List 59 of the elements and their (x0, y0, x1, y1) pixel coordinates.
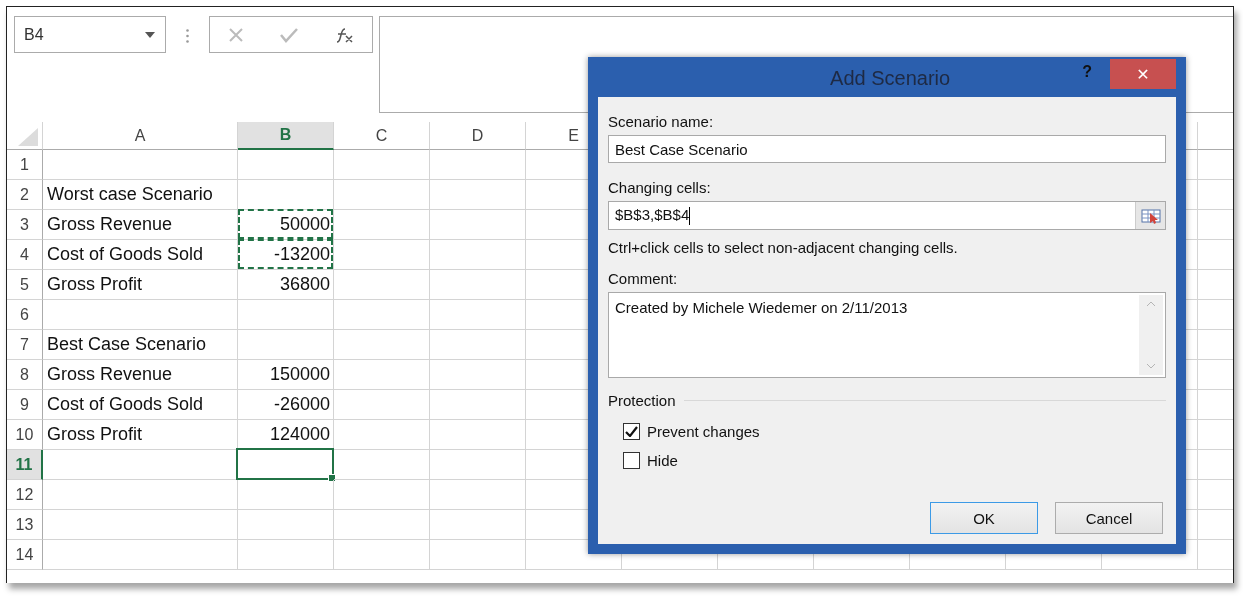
table-cell: Gross Revenue (43, 360, 238, 390)
grip-icon (186, 29, 189, 43)
checkbox-label[interactable]: Hide (647, 452, 678, 469)
row-header[interactable]: 6 (7, 300, 43, 330)
check-icon[interactable] (279, 26, 299, 43)
dropdown-icon (145, 31, 155, 38)
row-header[interactable]: 4 (7, 240, 43, 270)
row-header[interactable]: 14 (7, 540, 43, 570)
table-cell: 36800 (238, 270, 334, 300)
table-cell: Gross Profit (43, 270, 238, 300)
column-header[interactable]: D (430, 122, 526, 150)
checkbox-label[interactable]: Prevent changes (647, 423, 760, 440)
table-cell: 50000 (238, 210, 334, 240)
scrollbar[interactable] (1139, 295, 1163, 375)
table-cell: Worst case Scenario (43, 180, 238, 210)
row-header[interactable]: 7 (7, 330, 43, 360)
comment-field[interactable]: Created by Michele Wiedemer on 2/11/2013 (608, 292, 1166, 378)
table-cell: Best Case Scenario (43, 330, 238, 360)
row-header[interactable]: 2 (7, 180, 43, 210)
scenario-name-field[interactable]: Best Case Scenario (608, 135, 1166, 163)
column-header[interactable]: A (43, 122, 238, 150)
range-select-button[interactable] (1135, 202, 1165, 229)
row-header[interactable]: 10 (7, 420, 43, 450)
group-title: Protection (608, 392, 676, 409)
close-button[interactable]: ✕ (1110, 59, 1176, 89)
table-cell: -13200 (238, 240, 334, 270)
table-cell: Cost of Goods Sold (43, 240, 238, 270)
hint-text: Ctrl+click cells to select non-adjacent changing cells. (608, 239, 959, 256)
column-header[interactable]: B (238, 122, 334, 150)
scroll-up-icon[interactable] (1146, 301, 1156, 307)
row-header[interactable]: 12 (7, 480, 43, 510)
cancel-icon[interactable] (227, 26, 244, 43)
row-header[interactable]: 9 (7, 390, 43, 420)
field-label: Changing cells: (608, 179, 712, 196)
name-box[interactable]: B4 (14, 16, 166, 53)
dialog-title: Add Scenario (829, 67, 952, 90)
table-cell: Gross Revenue (43, 210, 238, 240)
checkbox[interactable] (623, 423, 640, 440)
row-header[interactable]: 3 (7, 210, 43, 240)
changing-cells-field[interactable]: $B$3,$B$4 (608, 201, 1166, 230)
row-header[interactable]: 11 (7, 450, 43, 480)
row-header[interactable]: 8 (7, 360, 43, 390)
triangle-icon (18, 128, 40, 146)
cancel-button[interactable]: Cancel (1055, 502, 1163, 534)
column-header[interactable]: C (334, 122, 430, 150)
scroll-down-icon[interactable] (1146, 363, 1156, 369)
checkbox[interactable] (623, 452, 640, 469)
field-label: Comment: (608, 270, 679, 287)
row-header[interactable]: 5 (7, 270, 43, 300)
table-cell: 124000 (238, 420, 334, 450)
function-icon[interactable] (334, 26, 355, 43)
range-select-icon (1140, 207, 1161, 224)
table-cell: Gross Profit (43, 420, 238, 450)
table-cell: 150000 (238, 360, 334, 390)
table-cell: -26000 (238, 390, 334, 420)
row-header[interactable]: 13 (7, 510, 43, 540)
table-cell: Cost of Goods Sold (43, 390, 238, 420)
ok-button[interactable]: OK (930, 502, 1038, 534)
row-header[interactable]: 1 (7, 150, 43, 180)
